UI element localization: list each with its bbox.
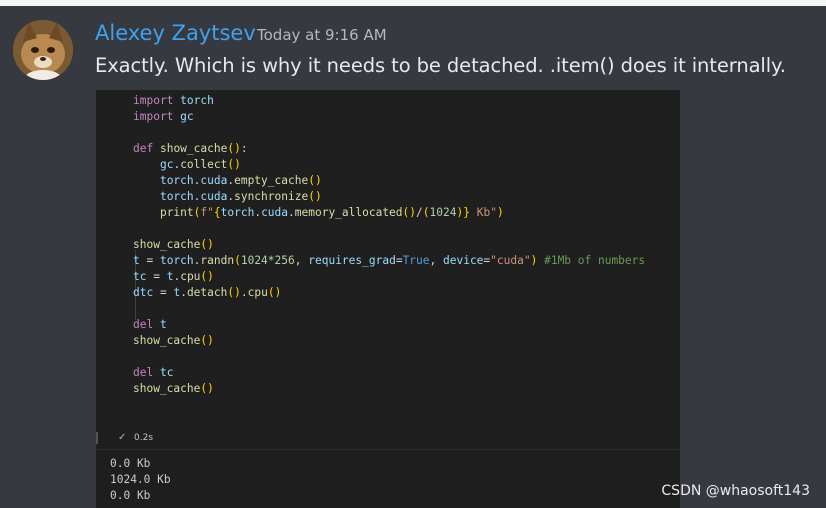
message-text: Exactly. Which is why it needs to be det… [95, 54, 786, 77]
watermark: CSDN @whaosoft143 [661, 483, 810, 499]
username[interactable]: Alexey Zaytsev [95, 21, 256, 45]
run-status: ✓ 0.2s [96, 430, 680, 448]
code-editor: import torch import gc def show_cache(): g… [96, 90, 680, 448]
code-line: tc = t.cpu() [133, 270, 214, 283]
top-strip [0, 0, 826, 6]
run-indicator [96, 432, 98, 444]
code-screenshot: import torch import gc def show_cache(): g… [96, 90, 680, 508]
output-line: 1024.0 Kb [110, 473, 171, 486]
code-line: show_cache() [133, 382, 214, 395]
cat-avatar-icon [13, 20, 73, 80]
code-line: dtc = t.detach().cpu() [133, 286, 282, 299]
check-icon: ✓ [118, 432, 127, 443]
cell-output: 0.0 Kb 1024.0 Kb 0.0 Kb [96, 449, 680, 508]
code-line: print(f"{torch.cuda.memory_allocated()/(… [159, 206, 504, 219]
output-line: 0.0 Kb [110, 489, 151, 502]
code-line: def show_cache(): [133, 142, 248, 155]
code-line: import gc [133, 110, 194, 123]
code-line: show_cache() [133, 238, 214, 251]
output-line: 0.0 Kb [110, 457, 151, 470]
code-line: import torch [133, 94, 214, 107]
code-line: t = torch.randn(1024*256, requires_grad=… [133, 254, 646, 267]
message-timestamp: Today at 9:16 AM [257, 26, 387, 44]
code-line: show_cache() [133, 334, 214, 347]
user-avatar[interactable] [13, 20, 73, 80]
code-line: del tc [133, 366, 174, 379]
code-line: del t [133, 318, 167, 331]
code-line: torch.cuda.synchronize() [159, 190, 322, 203]
run-duration: 0.2s [134, 433, 154, 443]
code-line: gc.collect() [159, 158, 241, 171]
code-line: torch.cuda.empty_cache() [159, 174, 322, 187]
